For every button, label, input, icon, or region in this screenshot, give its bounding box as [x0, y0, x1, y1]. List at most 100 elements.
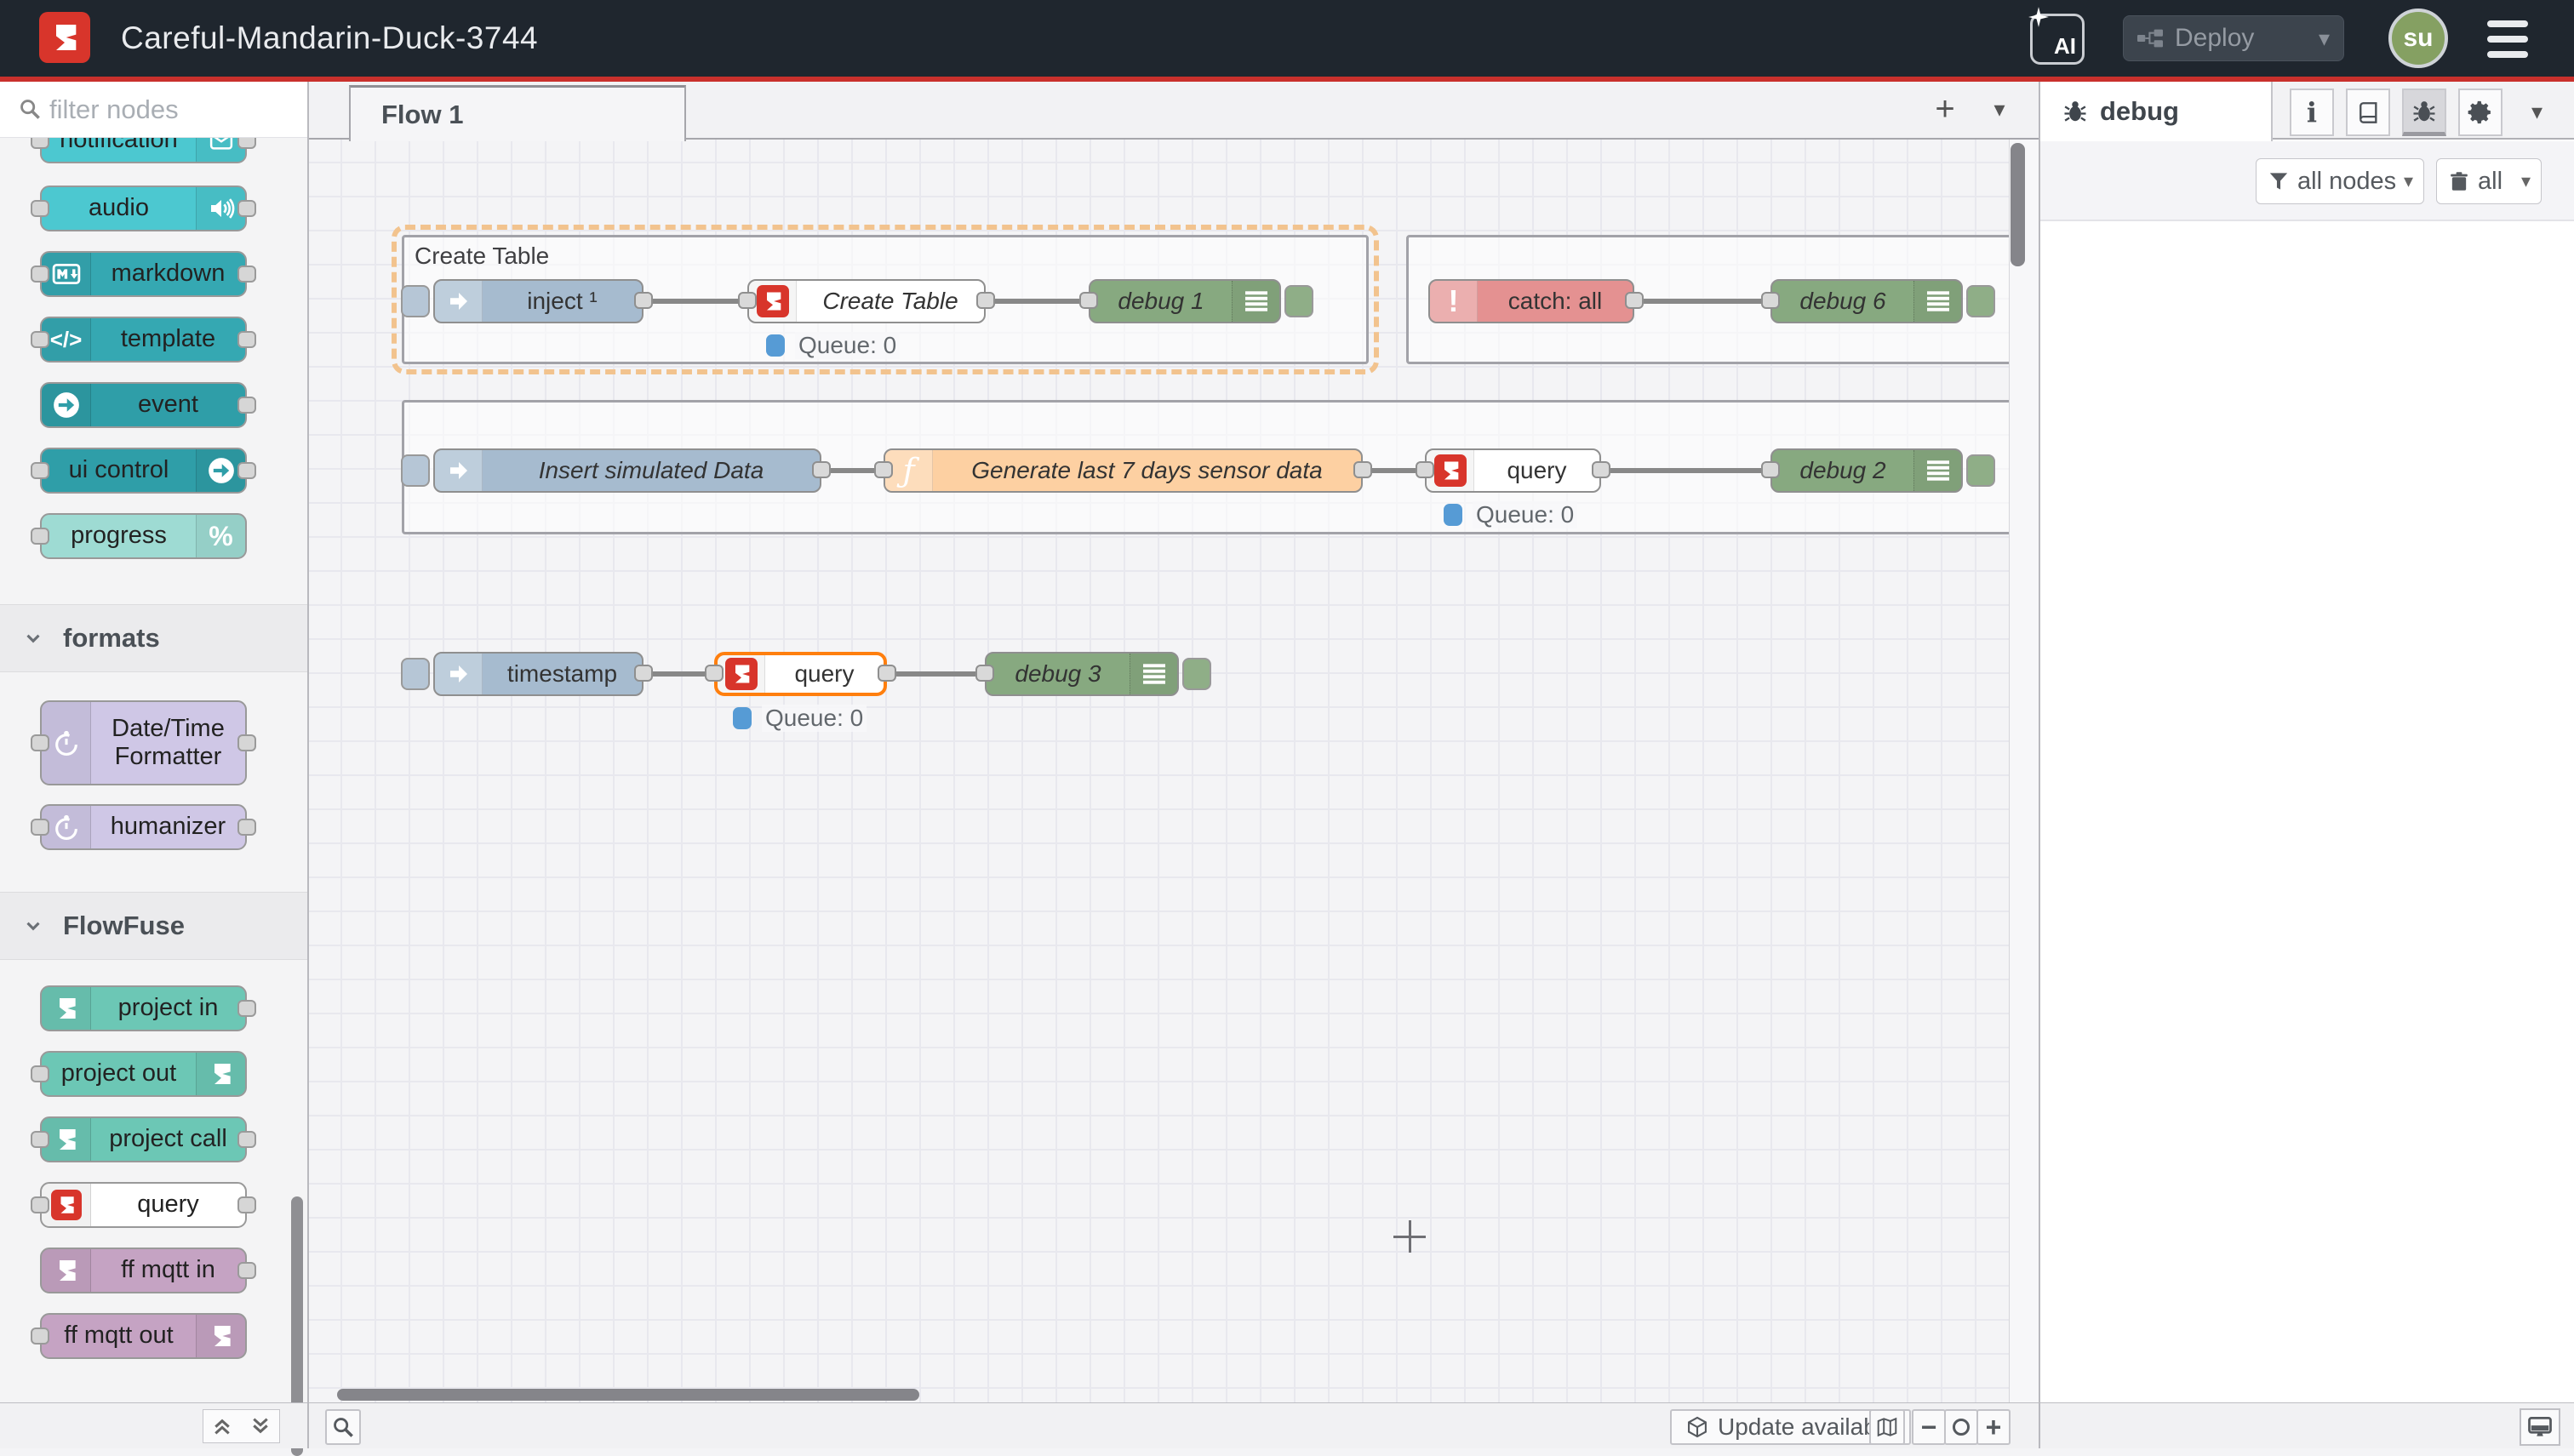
node-inject[interactable]: inject ¹	[433, 279, 644, 323]
user-avatar[interactable]: su	[2388, 9, 2448, 68]
port[interactable]	[237, 734, 256, 751]
zoom-in-button[interactable]: +	[1976, 1409, 2011, 1445]
port[interactable]	[237, 266, 256, 283]
port[interactable]	[237, 819, 256, 836]
port[interactable]	[31, 1065, 49, 1082]
wire[interactable]	[644, 299, 747, 304]
palette-scroll-area[interactable]: notification audio markdown </> template	[0, 138, 307, 1402]
port[interactable]	[1761, 461, 1780, 478]
port[interactable]	[31, 1131, 49, 1148]
tab-list-caret-icon[interactable]: ▾	[1982, 87, 2016, 131]
port[interactable]	[634, 292, 653, 309]
node-debug-3[interactable]: debug 3	[985, 652, 1179, 696]
port[interactable]	[31, 1328, 49, 1345]
debug-toggle-button[interactable]	[1966, 285, 1995, 317]
port[interactable]	[31, 528, 49, 545]
node-timestamp-inject[interactable]: timestamp	[433, 652, 644, 696]
port[interactable]	[237, 200, 256, 217]
sidebar-tab-debug[interactable]: debug	[2040, 82, 2273, 141]
port[interactable]	[975, 665, 994, 682]
palette-node-project-in[interactable]: project in	[40, 985, 247, 1031]
inject-button[interactable]	[401, 658, 430, 690]
node-catch-all[interactable]: ! catch: all	[1428, 279, 1634, 323]
sidebar-config-button[interactable]	[2458, 89, 2502, 136]
main-menu-button[interactable]	[2487, 20, 2531, 58]
sidebar-debug-button[interactable]	[2402, 89, 2446, 136]
port[interactable]	[237, 1262, 256, 1279]
zoom-out-button[interactable]: −	[1912, 1409, 1946, 1445]
wire[interactable]	[986, 299, 1089, 304]
sidebar-info-button[interactable]: i	[2290, 89, 2334, 136]
canvas-search-button[interactable]	[325, 1409, 361, 1445]
deploy-caret-icon[interactable]: ▾	[2319, 26, 2330, 52]
add-flow-button[interactable]: +	[1926, 87, 1964, 131]
port[interactable]	[1592, 461, 1610, 478]
port[interactable]	[31, 331, 49, 348]
port[interactable]	[1079, 292, 1098, 309]
port[interactable]	[237, 1131, 256, 1148]
palette-section-formats[interactable]: formats	[0, 604, 307, 672]
port[interactable]	[812, 461, 831, 478]
port[interactable]	[31, 138, 49, 149]
port[interactable]	[237, 331, 256, 348]
deploy-button[interactable]: Deploy ▾	[2123, 15, 2344, 61]
flow-canvas[interactable]: Create Table inject ¹ Create Table debug…	[309, 140, 2009, 1402]
palette-node-ff-mqtt-out[interactable]: ff mqtt out	[40, 1313, 247, 1359]
node-insert-simulated-data[interactable]: Insert simulated Data	[433, 448, 821, 493]
port[interactable]	[237, 397, 256, 414]
port[interactable]	[237, 138, 256, 149]
port[interactable]	[31, 819, 49, 836]
palette-node-ui-control[interactable]: ui control	[40, 448, 247, 494]
port[interactable]	[237, 462, 256, 479]
node-create-table-query[interactable]: Create Table	[747, 279, 986, 323]
node-generate-sensor-data[interactable]: ƒ Generate last 7 days sensor data	[884, 448, 1363, 493]
port[interactable]	[31, 200, 49, 217]
palette-node-query[interactable]: query	[40, 1182, 247, 1228]
port[interactable]	[31, 266, 49, 283]
port[interactable]	[705, 665, 724, 682]
palette-collapse-all-button[interactable]	[203, 1409, 242, 1443]
port[interactable]	[738, 292, 757, 309]
canvas-horizontal-scrollbar[interactable]	[337, 1389, 919, 1401]
palette-node-markdown[interactable]: markdown	[40, 251, 247, 297]
node-query-3-selected[interactable]: query	[714, 652, 887, 696]
node-debug-2[interactable]: debug 2	[1770, 448, 1963, 493]
port[interactable]	[31, 462, 49, 479]
port[interactable]	[1625, 292, 1644, 309]
node-debug-1[interactable]: debug 1	[1089, 279, 1281, 323]
wire[interactable]	[887, 671, 985, 677]
tab-flow-1[interactable]: Flow 1	[349, 85, 686, 141]
sidebar-help-button[interactable]	[2346, 89, 2390, 136]
port[interactable]	[634, 665, 653, 682]
debug-clear-dropdown[interactable]: all ▾	[2436, 158, 2542, 204]
zoom-reset-button[interactable]	[1944, 1409, 1978, 1445]
inject-button[interactable]	[401, 454, 430, 487]
palette-node-audio[interactable]: audio	[40, 186, 247, 231]
palette-node-project-out[interactable]: project out	[40, 1051, 247, 1097]
wire[interactable]	[1634, 299, 1770, 304]
palette-node-project-call[interactable]: project call	[40, 1116, 247, 1162]
port[interactable]	[237, 1000, 256, 1017]
palette-section-flowfuse[interactable]: FlowFuse	[0, 892, 307, 960]
debug-toggle-button[interactable]	[1284, 285, 1313, 317]
palette-expand-all-button[interactable]	[241, 1409, 280, 1443]
debug-filter-dropdown[interactable]: all nodes ▾	[2256, 158, 2424, 204]
palette-node-notification[interactable]: notification	[40, 138, 247, 163]
palette-filter-input[interactable]	[49, 89, 296, 131]
palette-node-template[interactable]: </> template	[40, 317, 247, 363]
palette-node-ff-mqtt-in[interactable]: ff mqtt in	[40, 1248, 247, 1293]
port[interactable]	[1416, 461, 1434, 478]
port[interactable]	[874, 461, 893, 478]
port[interactable]	[1353, 461, 1372, 478]
debug-toggle-button[interactable]	[1182, 658, 1211, 690]
port[interactable]	[1761, 292, 1780, 309]
debug-toggle-button[interactable]	[1966, 454, 1995, 487]
canvas-vertical-scrollbar[interactable]	[2011, 143, 2025, 266]
palette-node-event[interactable]: event	[40, 382, 247, 428]
wire[interactable]	[1601, 468, 1770, 473]
port[interactable]	[878, 665, 896, 682]
minimap-button[interactable]	[1869, 1409, 1905, 1445]
inject-button[interactable]	[401, 285, 430, 317]
port[interactable]	[31, 734, 49, 751]
port[interactable]	[976, 292, 995, 309]
